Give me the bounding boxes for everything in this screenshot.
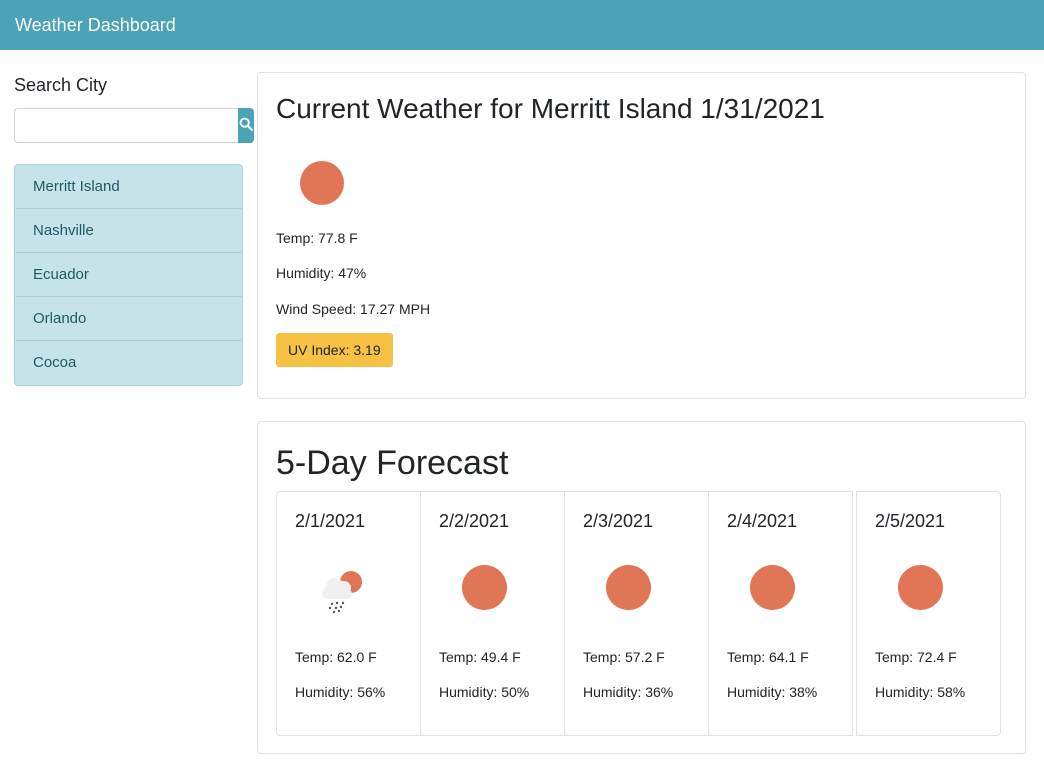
forecast-date: 2/5/2021 xyxy=(875,511,946,531)
forecast-temp: Temp: 62.0 F xyxy=(295,649,377,665)
forecast-card: 5-Day Forecast 2/1/2021 Temp: 62.0 F Hum… xyxy=(257,421,1026,754)
forecast-date: 2/1/2021 xyxy=(295,511,366,531)
clear-sun-icon xyxy=(750,565,795,610)
search-icon xyxy=(239,117,253,134)
sidebar: Search City Merritt Island Nashville Ecu… xyxy=(14,70,254,386)
forecast-humidity: Humidity: 36% xyxy=(583,684,674,700)
search-group xyxy=(14,108,254,143)
city-item[interactable]: Nashville xyxy=(15,209,242,253)
uv-index-badge: UV Index: 3.19 xyxy=(276,333,393,367)
forecast-humidity: Humidity: 58% xyxy=(875,684,966,700)
forecast-day-card: 2/4/2021 Temp: 64.1 F Humidity: 38% xyxy=(708,491,853,736)
forecast-day-card: 2/3/2021 Temp: 57.2 F Humidity: 36% xyxy=(564,491,709,736)
city-item[interactable]: Merritt Island xyxy=(15,165,242,209)
forecast-temp: Temp: 64.1 F xyxy=(727,649,809,665)
forecast-temp: Temp: 57.2 F xyxy=(583,649,665,665)
current-humidity: Humidity: 47% xyxy=(276,265,367,281)
app-title: Weather Dashboard xyxy=(15,14,176,35)
search-button[interactable] xyxy=(238,108,254,143)
forecast-day-card: 2/5/2021 Temp: 72.4 F Humidity: 58% xyxy=(856,491,1001,736)
forecast-date: 2/4/2021 xyxy=(727,511,798,531)
forecast-humidity: Humidity: 38% xyxy=(727,684,818,700)
forecast-date: 2/3/2021 xyxy=(583,511,654,531)
city-item[interactable]: Ecuador xyxy=(15,253,242,297)
forecast-row: 2/1/2021 Temp: 62.0 F Humidity: 56% 2/2/… xyxy=(276,491,1003,736)
forecast-date: 2/2/2021 xyxy=(439,511,510,531)
current-temp: Temp: 77.8 F xyxy=(276,230,358,246)
forecast-temp: Temp: 49.4 F xyxy=(439,649,521,665)
navbar: Weather Dashboard xyxy=(0,0,1044,50)
forecast-humidity: Humidity: 56% xyxy=(295,684,386,700)
city-item[interactable]: Cocoa xyxy=(15,341,242,385)
city-search-input[interactable] xyxy=(14,108,238,143)
clear-sun-icon xyxy=(898,565,943,610)
current-weather-title: Current Weather for Merritt Island 1/31/… xyxy=(276,93,825,124)
forecast-title: 5-Day Forecast xyxy=(276,444,509,482)
current-weather-card: Current Weather for Merritt Island 1/31/… xyxy=(257,72,1026,399)
clear-sun-icon xyxy=(300,161,344,205)
rain-cloud-sun-icon xyxy=(313,560,373,620)
forecast-temp: Temp: 72.4 F xyxy=(875,649,957,665)
clear-sun-icon xyxy=(462,565,507,610)
forecast-day-card: 2/2/2021 Temp: 49.4 F Humidity: 50% xyxy=(420,491,565,736)
clear-sun-icon xyxy=(606,565,651,610)
forecast-humidity: Humidity: 50% xyxy=(439,684,530,700)
forecast-day-card: 2/1/2021 Temp: 62.0 F Humidity: 56% xyxy=(276,491,421,736)
search-heading: Search City xyxy=(14,75,108,95)
current-wind-speed: Wind Speed: 17.27 MPH xyxy=(276,301,431,317)
city-history-list: Merritt Island Nashville Ecuador Orlando… xyxy=(14,164,243,386)
city-item[interactable]: Orlando xyxy=(15,297,242,341)
